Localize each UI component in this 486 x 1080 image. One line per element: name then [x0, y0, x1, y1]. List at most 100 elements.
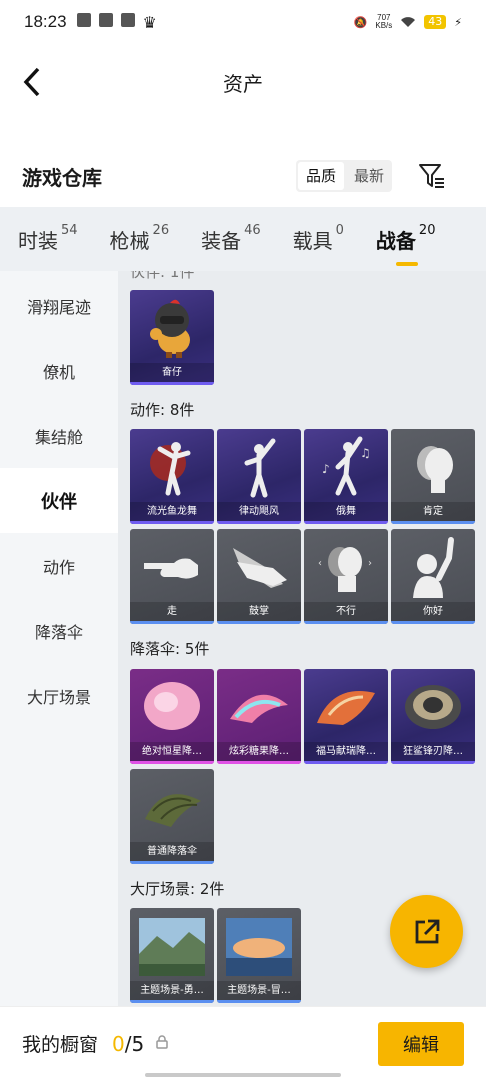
item-card[interactable]: ‹ › 不行	[304, 529, 388, 624]
item-card[interactable]: 福马献瑞降…	[304, 669, 388, 764]
action-section-label: 动作: 8件	[130, 401, 195, 419]
svg-text:♫: ♫	[360, 446, 371, 460]
chevron-left-icon	[23, 67, 40, 97]
wifi-icon	[401, 17, 416, 27]
filter-icon	[419, 164, 444, 188]
partner-section-label: 伙伴: 1件	[130, 271, 195, 281]
parachute-icon	[144, 681, 200, 730]
filter-button[interactable]	[416, 160, 448, 192]
lobby-section-label: 大厅场景: 2件	[130, 880, 225, 898]
warehouse-header: 游戏仓库 品质 最新	[0, 155, 486, 197]
tab-vehicles[interactable]: 载具 0	[293, 223, 344, 254]
home-indicator[interactable]	[145, 1073, 341, 1077]
page-title: 资产	[223, 71, 263, 96]
warehouse-title: 游戏仓库	[22, 165, 102, 190]
item-label: 福马献瑞降…	[304, 742, 388, 761]
svg-text:›: ›	[368, 558, 372, 569]
item-label: 律动飓风	[217, 502, 301, 521]
status-bar: 18:23 ♛ 🔕 707 KB/s 43 ⚡	[0, 0, 486, 44]
svg-text:♪: ♪	[322, 462, 330, 476]
dancer-icon	[244, 438, 276, 497]
charging-icon: ⚡	[454, 15, 462, 29]
item-label: 炫彩糖果降…	[217, 742, 301, 761]
notification-icons: ♛	[76, 12, 157, 32]
item-label: 奋仔	[130, 363, 214, 382]
item-card[interactable]: 流光鱼龙舞	[130, 429, 214, 524]
svg-text:‹: ‹	[318, 558, 322, 569]
item-card[interactable]: 鼓掌	[217, 529, 301, 624]
scene-thumbnail-icon	[226, 917, 292, 976]
item-label: 绝对恒星降…	[130, 742, 214, 761]
back-button[interactable]	[16, 66, 48, 98]
item-card[interactable]: 肯定	[391, 429, 475, 524]
item-label: 主题场景-勇…	[130, 981, 214, 1000]
item-card[interactable]: 你好	[391, 529, 475, 624]
sidebar-item-action[interactable]: 动作	[0, 533, 118, 598]
showcase-bar: 我的橱窗 0/5 编辑	[0, 1006, 486, 1080]
edit-button[interactable]: 编辑	[378, 1021, 464, 1066]
item-card[interactable]: ♪ ♫ 俄舞	[304, 429, 388, 524]
item-label: 普通降落伞	[130, 842, 214, 861]
category-tabs: 时装 54 枪械 26 装备 46 载具 0 战备 20	[0, 207, 486, 271]
sort-latest-button[interactable]: 最新	[346, 160, 392, 192]
item-card[interactable]: 主题场景-冒…	[217, 908, 301, 1003]
item-label: 你好	[391, 602, 475, 621]
item-label: 俄舞	[304, 502, 388, 521]
item-label: 流光鱼龙舞	[130, 502, 214, 521]
parachute-section-label: 降落伞: 5件	[130, 640, 210, 658]
sidebar-item-parachute[interactable]: 降落伞	[0, 598, 118, 663]
item-card[interactable]: 狂鲨锋刃降…	[391, 669, 475, 764]
nav-bar: 资产	[0, 52, 486, 112]
item-label: 主题场景-冒…	[217, 981, 301, 1000]
item-label: 狂鲨锋刃降…	[391, 742, 475, 761]
sidebar-item-wingman[interactable]: 僚机	[0, 338, 118, 403]
parachute-icon	[145, 793, 201, 827]
item-card[interactable]: 绝对恒星降…	[130, 669, 214, 764]
item-label: 不行	[304, 602, 388, 621]
sidebar-item-lobby-scene[interactable]: 大厅场景	[0, 663, 118, 728]
tab-fashion[interactable]: 时装 54	[18, 223, 78, 254]
battery-indicator: 43	[424, 15, 447, 29]
mute-icon: 🔕	[353, 15, 368, 29]
message-notification-icon	[120, 12, 135, 27]
scene-thumbnail-icon	[139, 917, 205, 976]
game-notification-icon	[98, 12, 113, 27]
app-notification-icon	[76, 12, 91, 27]
item-label: 肯定	[391, 502, 475, 521]
item-card[interactable]: 炫彩糖果降…	[217, 669, 301, 764]
tab-equipment[interactable]: 装备 46	[201, 223, 261, 254]
clapping-hands-icon	[233, 547, 287, 588]
nod-head-icon	[417, 445, 453, 493]
tab-combat-gear[interactable]: 战备 20	[376, 223, 435, 266]
sidebar-item-partner[interactable]: 伙伴	[0, 468, 118, 533]
crown-icon: ♛	[142, 12, 157, 32]
sort-quality-button[interactable]: 品质	[297, 162, 344, 190]
dancer-icon	[150, 441, 191, 495]
share-button[interactable]	[390, 895, 463, 968]
tab-guns[interactable]: 枪械 26	[110, 223, 170, 254]
lock-icon	[156, 1034, 168, 1053]
external-link-icon	[415, 919, 439, 943]
pointing-hand-icon	[144, 558, 198, 579]
sidebar-item-assembly-pod[interactable]: 集结舱	[0, 403, 118, 468]
item-card[interactable]: 律动飓风	[217, 429, 301, 524]
item-card[interactable]: 奋仔	[130, 290, 214, 385]
sidebar-item-glide-trail[interactable]: 滑翔尾迹	[0, 273, 118, 338]
status-time: 18:23	[24, 12, 67, 31]
status-right: 🔕 707 KB/s 43 ⚡	[354, 14, 462, 30]
active-tab-indicator	[395, 261, 418, 266]
parachute-icon	[317, 690, 375, 725]
waving-person-icon	[413, 536, 454, 598]
item-card[interactable]: 走	[130, 529, 214, 624]
showcase-title: 我的橱窗	[22, 1034, 99, 1056]
item-card[interactable]: 主题场景-勇…	[130, 908, 214, 1003]
network-speed: 707 KB/s	[375, 13, 393, 30]
partner-character-icon	[150, 299, 190, 358]
subcategory-sidebar: 滑翔尾迹 僚机 集结舱 伙伴 动作 降落伞 大厅场景	[0, 271, 118, 1006]
item-label: 走	[130, 602, 214, 621]
sort-toggle: 品质 最新	[295, 160, 392, 192]
parachute-icon	[230, 694, 288, 723]
parachute-icon	[405, 684, 461, 729]
item-card[interactable]: 普通降落伞	[130, 769, 214, 864]
head-shake-icon: ‹ ›	[318, 546, 372, 592]
